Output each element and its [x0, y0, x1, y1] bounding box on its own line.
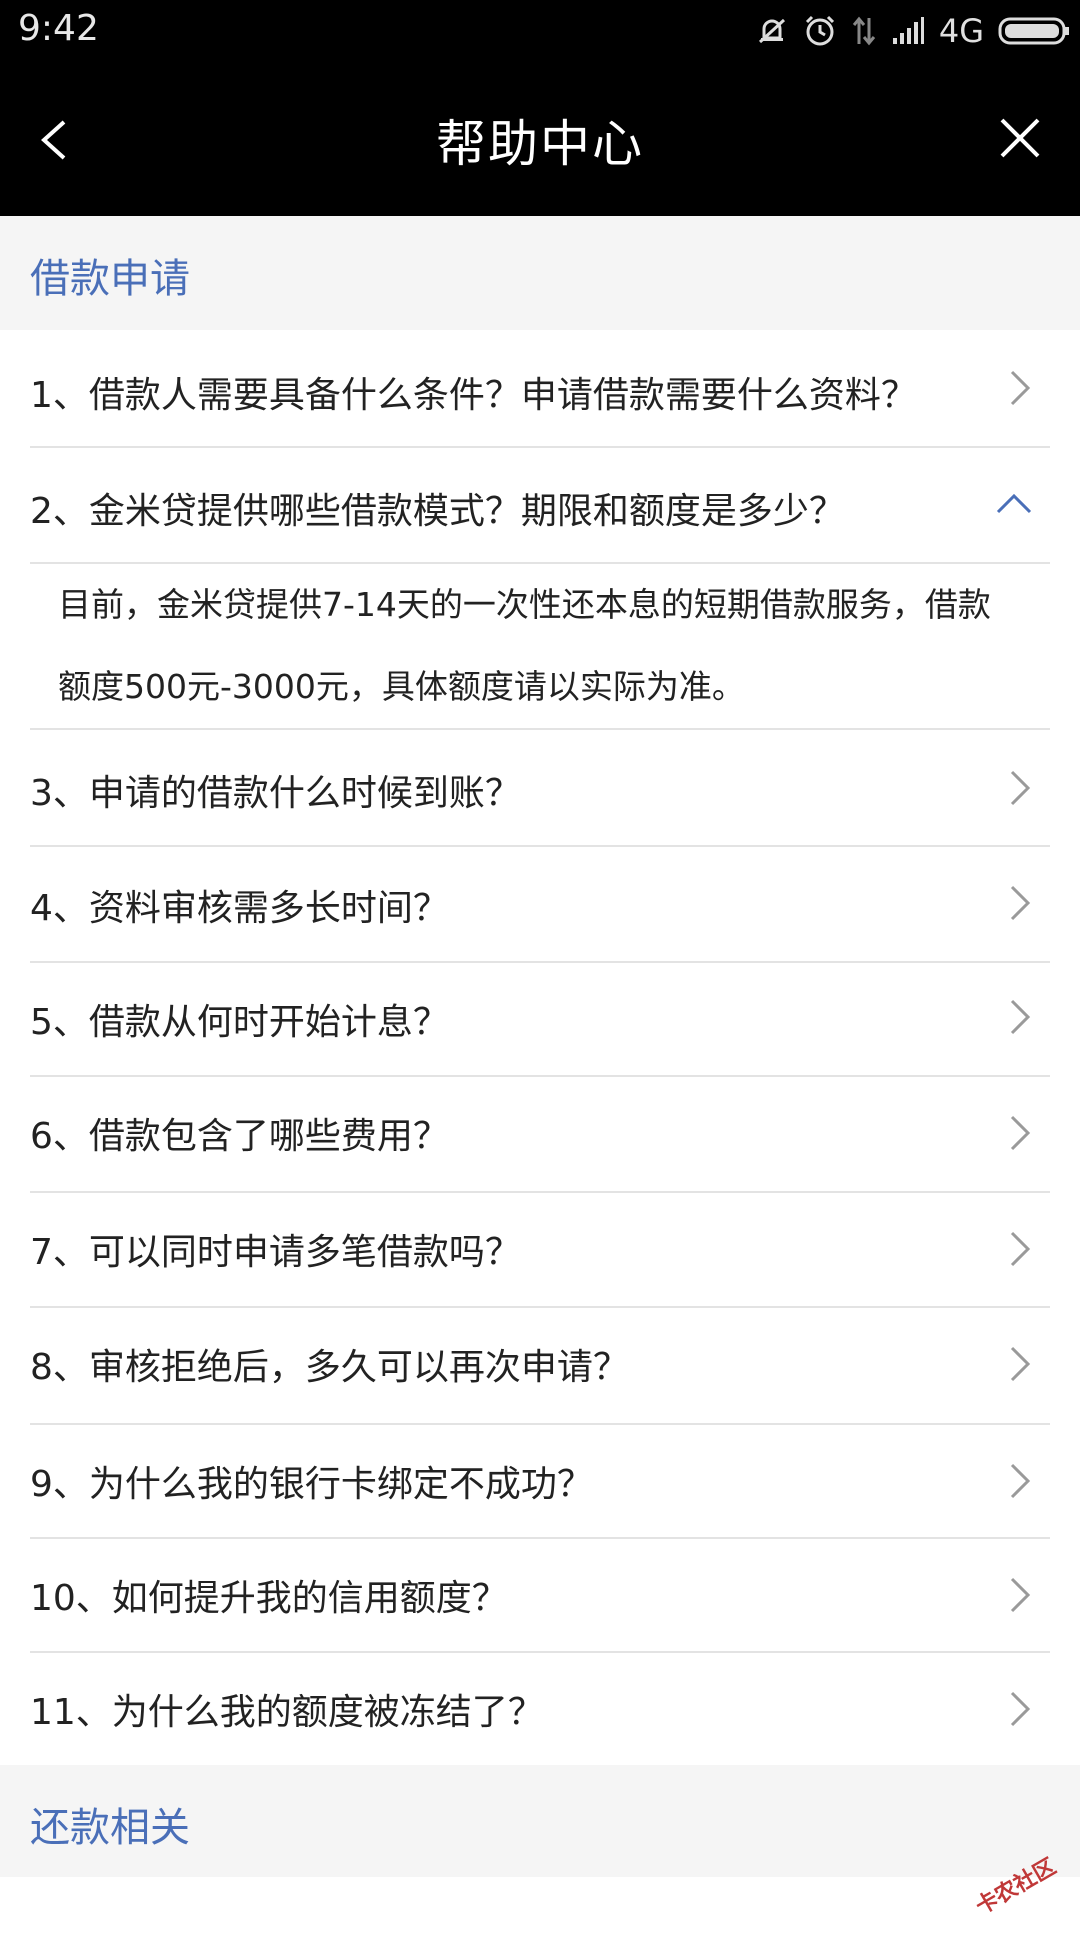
faq-question: 9、为什么我的银行卡绑定不成功？ — [30, 1464, 593, 1505]
faq-item-partial[interactable] — [0, 1877, 1080, 1920]
faq-question: 5、借款从何时开始计息？ — [30, 1002, 449, 1043]
faq-question: 7、可以同时申请多笔借款吗？ — [30, 1232, 521, 1273]
faq-item-8[interactable]: 8、审核拒绝后，多久可以再次申请？ — [0, 1308, 1080, 1422]
chevron-up-icon — [994, 492, 1034, 516]
faq-answer: 目前，金米贷提供7-14天的一次性还本息的短期借款服务，借款 额度500元-30… — [0, 564, 1080, 728]
faq-answer-line-1: 目前，金米贷提供7-14天的一次性还本息的短期借款服务，借款 — [58, 585, 991, 624]
close-icon[interactable] — [990, 108, 1050, 168]
chevron-right-icon — [1008, 1113, 1032, 1153]
faq-item-3[interactable]: 3、申请的借款什么时候到账？ — [0, 730, 1080, 844]
chevron-right-icon — [1008, 1229, 1032, 1269]
chevron-right-icon — [1008, 368, 1032, 408]
chevron-right-icon — [1008, 883, 1032, 923]
faq-question: 3、申请的借款什么时候到账？ — [30, 773, 521, 814]
battery-icon — [998, 15, 1070, 47]
faq-item-5[interactable]: 5、借款从何时开始计息？ — [0, 963, 1080, 1077]
faq-answer-line-2: 额度500元-3000元，具体额度请以实际为准。 — [58, 667, 745, 706]
chevron-right-icon — [1008, 1344, 1032, 1384]
faq-item-11[interactable]: 11、为什么我的额度被冻结了？ — [0, 1653, 1080, 1765]
faq-item-1[interactable]: 1、借款人需要具备什么条件？申请借款需要什么资料？ — [0, 330, 1080, 446]
alarm-icon — [803, 14, 837, 48]
faq-question: 6、借款包含了哪些费用？ — [30, 1116, 449, 1157]
chevron-right-icon — [1008, 1575, 1032, 1615]
faq-question: 1、借款人需要具备什么条件？申请借款需要什么资料？ — [30, 375, 917, 416]
status-bar: 9:42 4G — [0, 0, 1080, 62]
nav-bar: 帮助中心 — [0, 62, 1080, 216]
chevron-right-icon — [1008, 997, 1032, 1037]
faq-item-7[interactable]: 7、可以同时申请多笔借款吗？ — [0, 1193, 1080, 1307]
chevron-right-icon — [1008, 768, 1032, 808]
faq-item-9[interactable]: 9、为什么我的银行卡绑定不成功？ — [0, 1425, 1080, 1539]
status-time: 9:42 — [18, 8, 99, 49]
signal-icon — [891, 16, 925, 46]
page-title: 帮助中心 — [436, 115, 644, 173]
faq-question: 2、金米贷提供哪些借款模式？期限和额度是多少？ — [30, 491, 845, 532]
faq-item-4[interactable]: 4、资料审核需多长时间？ — [0, 847, 1080, 961]
mute-icon — [755, 14, 789, 48]
faq-item-10[interactable]: 10、如何提升我的信用额度？ — [0, 1539, 1080, 1653]
status-icons: 4G — [755, 10, 1070, 52]
data-arrows-icon — [851, 14, 877, 48]
section-title: 借款申请 — [30, 256, 190, 302]
faq-item-6[interactable]: 6、借款包含了哪些费用？ — [0, 1077, 1080, 1191]
faq-question: 4、资料审核需多长时间？ — [30, 888, 449, 929]
network-type: 4G — [938, 12, 984, 50]
section-title: 还款相关 — [30, 1805, 190, 1851]
chevron-right-icon — [1008, 1461, 1032, 1501]
chevron-right-icon — [1008, 1689, 1032, 1729]
section-header-loan-application: 借款申请 — [0, 216, 1080, 330]
faq-item-2[interactable]: 2、金米贷提供哪些借款模式？期限和额度是多少？ — [0, 448, 1080, 562]
faq-question: 10、如何提升我的信用额度？ — [30, 1578, 508, 1619]
faq-question: 11、为什么我的额度被冻结了？ — [30, 1692, 544, 1733]
section-header-repayment: 还款相关 — [0, 1765, 1080, 1877]
faq-question: 8、审核拒绝后，多久可以再次申请？ — [30, 1347, 629, 1388]
